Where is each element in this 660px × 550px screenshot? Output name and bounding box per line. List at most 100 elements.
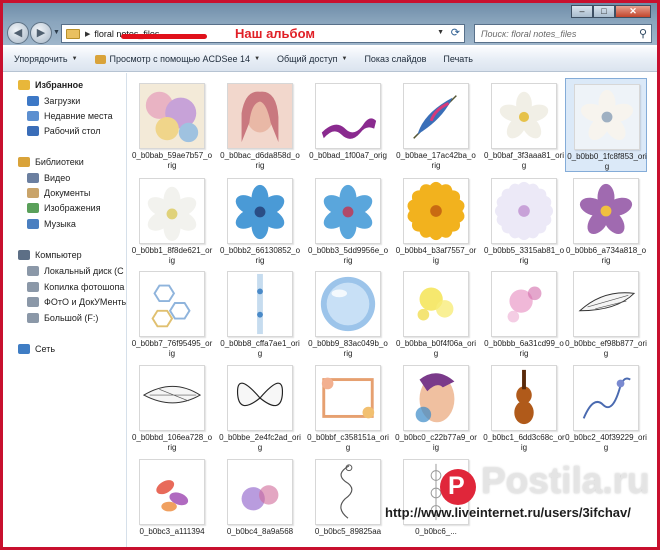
- sidebar-item-label: Документы: [44, 188, 91, 198]
- title-bar: – □ ✕ ◀ ▶ ▼ ▶ floral notes_files ▼ ⟳ Наш…: [3, 3, 657, 45]
- file-item[interactable]: 0_b0bbd_106ea728_orig: [131, 360, 213, 454]
- sidebar-item[interactable]: Музыка: [3, 217, 126, 231]
- sidebar-item-label: Библиотеки: [35, 157, 84, 167]
- preview-label: Просмотр с помощью ACDSee 14: [109, 54, 251, 64]
- file-thumbnail: [403, 83, 469, 149]
- file-item[interactable]: 0_b0bab_59ae7b57_orig: [131, 78, 213, 172]
- computer-icon: [18, 250, 30, 260]
- share-label: Общий доступ: [277, 54, 338, 64]
- file-item[interactable]: 0_b0bb2_66130852_orig: [219, 173, 301, 267]
- file-item[interactable]: 0_b0bc0_c22b77a9_orig: [395, 360, 477, 454]
- sidebar-item[interactable]: Изображения: [3, 201, 126, 215]
- file-item[interactable]: 0_b0bad_1f00a7_orig: [307, 78, 389, 172]
- file-item[interactable]: 0_b0bb9_83ac049b_orig: [307, 266, 389, 360]
- file-item[interactable]: 0_b0bb6_a734a818_orig: [565, 173, 647, 267]
- desktop-icon: [27, 126, 39, 136]
- organize-button[interactable]: Упорядочить ▼: [14, 54, 78, 64]
- navigation-pane: Избранное Загрузки Недавние места Рабочий с…: [3, 73, 127, 547]
- file-name: 0_b0bb8_cffa7ae1_orig: [220, 339, 300, 358]
- sidebar-item-label: Локальный диск (C: [44, 266, 124, 276]
- maximize-button[interactable]: □: [593, 5, 615, 18]
- libraries-icon: [18, 157, 30, 167]
- drive-icon: [27, 282, 39, 292]
- back-button[interactable]: ◀: [7, 22, 29, 44]
- file-item[interactable]: 0_b0bae_17ac42ba_orig: [395, 78, 477, 172]
- file-thumbnail: [491, 365, 557, 431]
- sidebar-item[interactable]: Компьютер: [3, 248, 126, 262]
- breadcrumb-arrow-icon[interactable]: ▶: [85, 30, 90, 38]
- file-thumbnail: [315, 83, 381, 149]
- file-thumbnail: [227, 459, 293, 525]
- forward-arrow-icon: ▶: [36, 27, 46, 39]
- acdsee-icon: [94, 54, 106, 64]
- command-toolbar: Упорядочить ▼ Просмотр с помощью ACDSee 1…: [3, 47, 657, 72]
- back-arrow-icon: ◀: [13, 27, 23, 39]
- file-item[interactable]: 0_b0bb3_5dd9956e_orig: [307, 173, 389, 267]
- file-item[interactable]: 0_b0bbc_ef98b877_orig: [565, 266, 647, 360]
- sidebar-item-label: Большой (F:): [44, 313, 99, 323]
- forward-button[interactable]: ▶: [30, 22, 52, 44]
- chevron-down-icon: ▼: [341, 56, 348, 62]
- file-item[interactable]: 0_b0bb5_3315ab81_orig: [483, 173, 565, 267]
- sidebar-item[interactable]: Локальный диск (C: [3, 264, 126, 278]
- file-name: 0_b0bac_d6da858d_orig: [220, 151, 300, 170]
- preview-with-acdsee-button[interactable]: Просмотр с помощью ACDSee 14 ▼: [94, 54, 260, 64]
- sidebar-item[interactable]: Рабочий стол: [3, 124, 126, 138]
- file-item[interactable]: 0_b0baf_3f3aaa81_orig: [483, 78, 565, 172]
- search-icon[interactable]: ⚲: [639, 27, 647, 40]
- file-thumbnail: [139, 365, 205, 431]
- network-icon: [18, 344, 30, 354]
- minimize-button[interactable]: –: [571, 5, 593, 18]
- file-item[interactable]: 0_b0bb4_b3af7557_orig: [395, 173, 477, 267]
- refresh-icon[interactable]: ⟳: [451, 26, 460, 39]
- sidebar-item[interactable]: Загрузки: [3, 94, 126, 108]
- sidebar-item[interactable]: Недавние места: [3, 109, 126, 123]
- history-dropdown-icon[interactable]: ▼: [53, 29, 60, 36]
- file-name: 0_b0bc5_89825aa: [314, 527, 382, 536]
- file-item[interactable]: 0_b0bb7_76f95495_orig: [131, 266, 213, 360]
- file-item[interactable]: 0_b0bb8_cffa7ae1_orig: [219, 266, 301, 360]
- file-name: 0_b0bbf_c358151a_orig: [307, 433, 389, 452]
- file-name: 0_b0bbb_6a31cd99_orig: [484, 339, 564, 358]
- sidebar-item-label: Компьютер: [35, 250, 82, 260]
- file-item[interactable]: 0_b0bc1_6dd3c68c_orig: [483, 360, 565, 454]
- file-name: 0_b0bc1_6dd3c68c_orig: [483, 433, 565, 452]
- file-name: 0_b0bbc_ef98b877_orig: [565, 339, 647, 358]
- music-icon: [27, 219, 39, 229]
- file-item[interactable]: 0_b0bbe_2e4fc2ad_orig: [219, 360, 301, 454]
- file-item[interactable]: 0_b0bb0_1fc8f853_orig: [565, 78, 647, 172]
- address-dropdown-icon[interactable]: ▼: [437, 29, 444, 36]
- sidebar-item[interactable]: Видео: [3, 171, 126, 185]
- file-item[interactable]: 0_b0bc2_40f39229_orig: [565, 360, 647, 454]
- file-name: 0_b0bba_b0f4f06a_orig: [395, 339, 477, 358]
- file-name: 0_b0bb4_b3af7557_orig: [395, 246, 477, 265]
- file-item[interactable]: 0_b0bc3_a111394: [131, 454, 213, 547]
- file-thumbnail: [227, 271, 293, 337]
- file-item[interactable]: 0_b0bb1_8f8de621_orig: [131, 173, 213, 267]
- close-button[interactable]: ✕: [615, 5, 651, 18]
- file-thumbnail: [227, 178, 293, 244]
- sidebar-item[interactable]: Избранное: [3, 78, 126, 92]
- file-item[interactable]: 0_b0bbf_c358151a_orig: [307, 360, 389, 454]
- drive-icon: [27, 297, 39, 307]
- slideshow-button[interactable]: Показ слайдов: [364, 54, 426, 64]
- sidebar-item[interactable]: Копилка фотошопа: [3, 280, 126, 294]
- file-item[interactable]: 0_b0bc5_89825aa: [307, 454, 389, 547]
- file-thumbnail: [573, 365, 639, 431]
- sidebar-item[interactable]: Большой (F:): [3, 311, 126, 325]
- images-icon: [27, 203, 39, 213]
- print-button[interactable]: Печать: [443, 54, 472, 64]
- file-item[interactable]: 0_b0bc4_8a9a568: [219, 454, 301, 547]
- search-input[interactable]: Поиск: floral notes_files ⚲: [474, 24, 652, 43]
- sidebar-item[interactable]: Сеть: [3, 342, 126, 356]
- watermark-brand: Postila.ru: [481, 460, 650, 501]
- file-item[interactable]: 0_b0bbb_6a31cd99_orig: [483, 266, 565, 360]
- sidebar-item[interactable]: ФОтО и ДокУМенты: [3, 295, 126, 309]
- sidebar-item[interactable]: Библиотеки: [3, 155, 126, 169]
- file-item[interactable]: 0_b0bba_b0f4f06a_orig: [395, 266, 477, 360]
- file-name: 0_b0bbe_2e4fc2ad_orig: [219, 433, 301, 452]
- recent-places-icon: [27, 111, 39, 121]
- file-item[interactable]: 0_b0bac_d6da858d_orig: [219, 78, 301, 172]
- sidebar-item[interactable]: Документы: [3, 186, 126, 200]
- share-button[interactable]: Общий доступ ▼: [277, 54, 347, 64]
